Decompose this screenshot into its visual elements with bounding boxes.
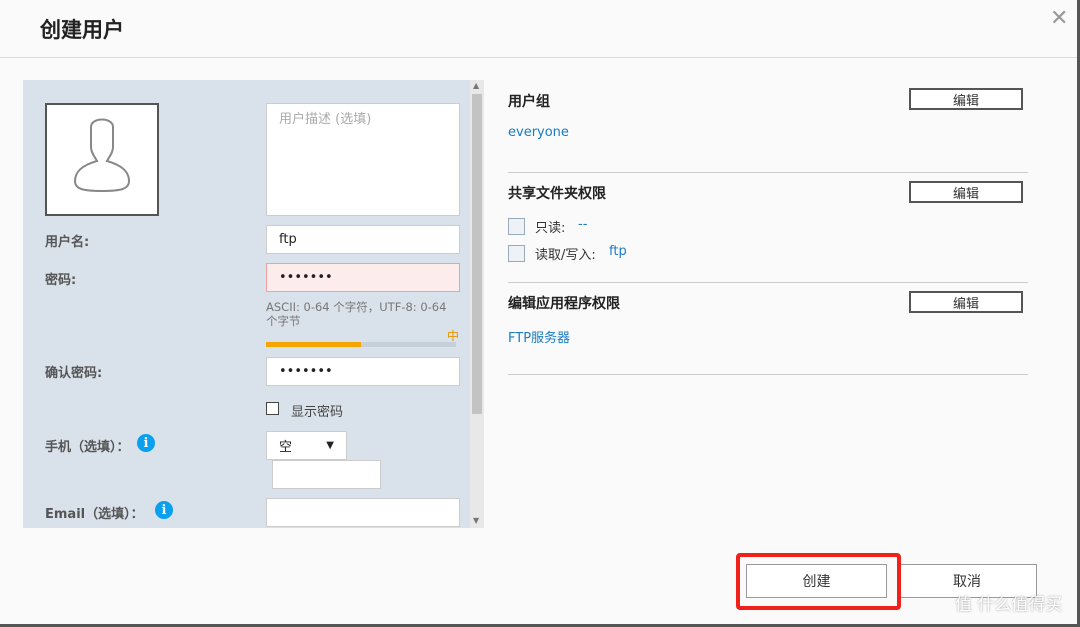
edit-share-button[interactable]: 编辑 (909, 181, 1023, 203)
watermark-logo: 值 什么值得买 (955, 595, 1063, 615)
strength-bar-fill (266, 342, 361, 347)
read-only-label: 只读: (535, 221, 566, 236)
user-form-panel: 用户描述 (选填) 用户名: ftp 密码: ••••••• ASCII: 0-… (23, 80, 484, 528)
confirm-password-input[interactable]: ••••••• (266, 357, 460, 386)
phone-input[interactable] (272, 460, 381, 489)
app-permission-link[interactable]: FTP服务器 (508, 327, 570, 346)
scroll-up-icon[interactable]: ▲ (473, 81, 479, 90)
show-password-label: 显示密码 (291, 405, 344, 420)
password-label: 密码: (45, 273, 77, 288)
scrollbar-thumb[interactable] (472, 94, 482, 414)
divider (508, 374, 1028, 375)
email-label: Email（选填）： (45, 507, 144, 522)
info-icon[interactable]: i (155, 501, 173, 519)
info-icon[interactable]: i (137, 434, 155, 452)
strength-bar (266, 342, 456, 347)
edit-user-group-button[interactable]: 编辑 (909, 88, 1023, 110)
divider (508, 282, 1028, 283)
phone-country-value: 空 (279, 440, 293, 455)
scroll-down-icon[interactable]: ▼ (473, 516, 479, 525)
password-hint: ASCII: 0-64 个字符，UTF-8: 0-64 个字节 (266, 300, 447, 328)
edit-app-permissions-button[interactable]: 编辑 (909, 291, 1023, 313)
highlight-box (736, 553, 901, 610)
confirm-password-label: 确认密码: (45, 366, 103, 381)
show-password-checkbox[interactable] (266, 402, 279, 415)
read-write-value[interactable]: ftp (609, 244, 627, 259)
user-group-title: 用户组 (508, 94, 550, 110)
read-write-icon (508, 245, 525, 262)
dialog-title: 创建用户 (40, 18, 124, 42)
phone-label: 手机（选填）： (45, 440, 130, 455)
app-permissions-title: 编辑应用程序权限 (508, 296, 620, 312)
user-group-link[interactable]: everyone (508, 125, 569, 140)
email-input[interactable] (266, 498, 460, 527)
read-write-label: 读取/写入: (535, 248, 596, 263)
chevron-down-icon: ▼ (326, 440, 334, 451)
username-input[interactable]: ftp (266, 225, 460, 254)
close-icon[interactable]: ✕ (1050, 6, 1068, 31)
read-only-value[interactable]: -- (578, 217, 587, 232)
scrollbar[interactable]: ▲ ▼ (470, 80, 484, 528)
avatar[interactable] (45, 103, 159, 216)
username-label: 用户名: (45, 235, 90, 250)
divider (508, 172, 1028, 173)
share-permissions-title: 共享文件夹权限 (508, 186, 606, 202)
password-input[interactable]: ••••••• (266, 263, 460, 292)
read-only-icon (508, 218, 525, 235)
phone-country-select[interactable]: 空 ▼ (266, 431, 347, 460)
divider (0, 57, 1080, 58)
description-input[interactable]: 用户描述 (选填) (266, 103, 460, 216)
